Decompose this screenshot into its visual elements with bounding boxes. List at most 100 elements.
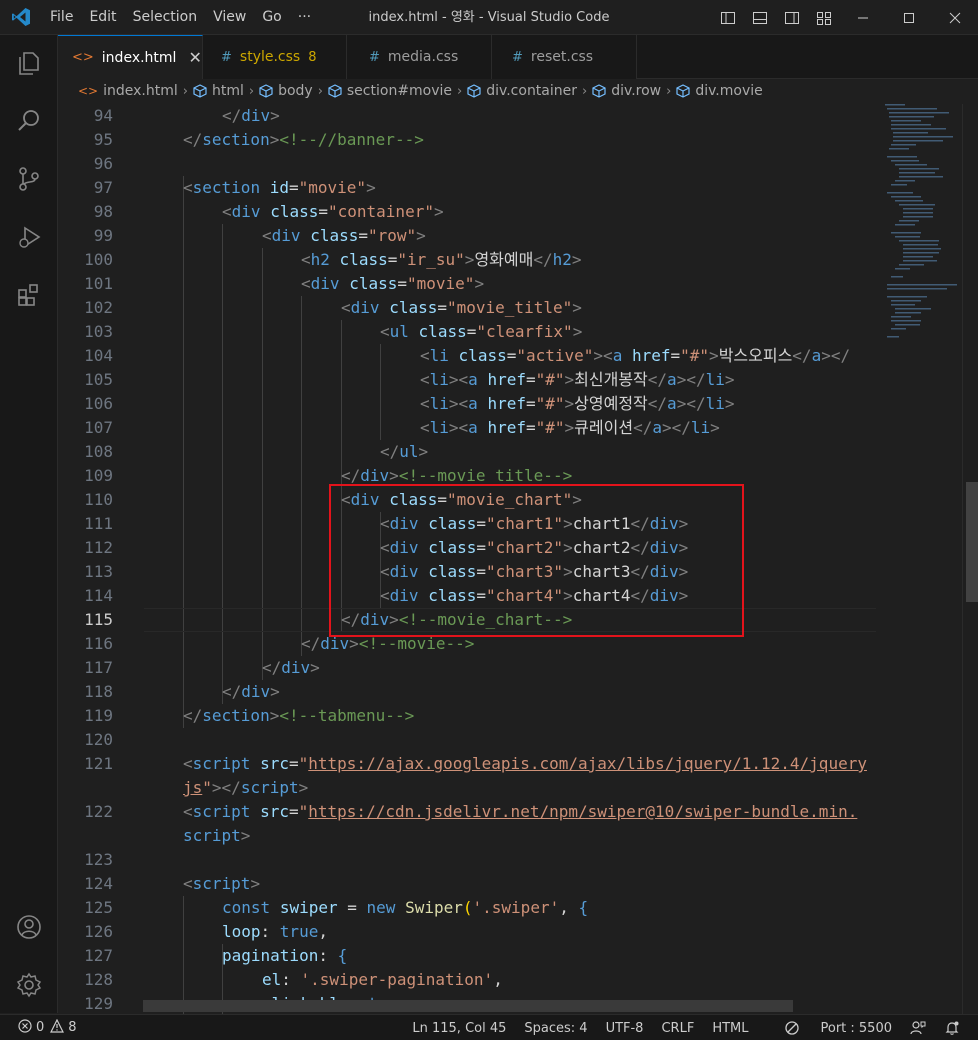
line-number: 107	[84, 418, 113, 437]
minimap[interactable]	[877, 104, 969, 1014]
line-number: 114	[84, 586, 113, 605]
code-line: <li><a href="#">상영예정작</a></li>	[420, 394, 735, 413]
code-line: </div>	[222, 106, 280, 125]
line-number: 100	[84, 250, 113, 269]
error-icon	[18, 1018, 32, 1037]
line-number: 122	[84, 802, 113, 821]
code-line: </section><!--tabmenu-->	[183, 706, 415, 725]
css-file-icon: #	[512, 49, 523, 65]
chevron-right-icon: ›	[457, 83, 463, 99]
accounts-icon[interactable]	[0, 903, 58, 951]
close-tab-icon[interactable]: ✕	[188, 48, 201, 67]
search-icon[interactable]	[0, 97, 58, 145]
code-line: <script src="https://ajax.googleapis.com…	[183, 754, 867, 773]
feedback-icon[interactable]	[910, 1020, 926, 1036]
breadcrumb-item[interactable]: body	[259, 83, 313, 99]
activity-bar	[0, 35, 58, 1013]
menu-file[interactable]: File	[42, 0, 81, 35]
run-debug-icon[interactable]	[0, 213, 58, 261]
menu-go[interactable]: Go	[254, 0, 289, 35]
code-line: <ul class="clearfix">	[380, 322, 583, 341]
breadcrumb-item[interactable]: div.movie	[676, 83, 763, 99]
line-number: 110	[84, 490, 113, 509]
code-line: <li class="active"><a href="#">박스오피스</a>…	[420, 346, 851, 365]
line-number: 94	[93, 106, 113, 125]
chevron-right-icon: ›	[248, 83, 255, 99]
tab-style-css[interactable]: # style.css 8	[203, 35, 347, 79]
breadcrumb: <> index.html › html › body › section#mov…	[58, 79, 978, 103]
cursor-position[interactable]: Ln 115, Col 45	[412, 1021, 506, 1036]
tab-index-html[interactable]: <> index.html ✕	[58, 35, 203, 79]
minimize-icon[interactable]	[840, 0, 886, 35]
explorer-icon[interactable]	[0, 39, 58, 87]
cube-icon	[676, 84, 690, 98]
toggle-panel-icon[interactable]	[744, 0, 776, 35]
toggle-primary-sidebar-icon[interactable]	[712, 0, 744, 35]
code-line: <div class="container">	[222, 202, 444, 221]
line-number: 120	[84, 730, 113, 749]
live-server-port[interactable]: Port : 5500	[767, 1021, 892, 1036]
source-control-icon[interactable]	[0, 155, 58, 203]
code-line: script>	[183, 826, 251, 845]
cube-icon	[328, 84, 342, 98]
code-line: pagination: {	[222, 946, 348, 965]
line-number: 106	[84, 394, 113, 413]
cube-icon	[193, 84, 207, 98]
line-number: 129	[84, 994, 113, 1013]
css-file-icon: #	[369, 49, 380, 65]
menu-more[interactable]: ···	[290, 0, 319, 35]
toggle-secondary-sidebar-icon[interactable]	[776, 0, 808, 35]
line-number: 119	[84, 706, 113, 725]
line-number: 95	[93, 130, 113, 149]
tab-reset-css[interactable]: # reset.css	[492, 35, 637, 79]
line-number: 97	[93, 178, 113, 197]
menu-view[interactable]: View	[205, 0, 254, 35]
encoding[interactable]: UTF-8	[606, 1021, 644, 1036]
end-of-line[interactable]: CRLF	[661, 1021, 694, 1036]
line-number: 127	[84, 946, 113, 965]
menu-bar: File Edit Selection View Go ···	[42, 0, 319, 35]
line-number: 103	[84, 322, 113, 341]
breadcrumb-item[interactable]: html	[193, 83, 244, 99]
customize-layout-icon[interactable]	[808, 0, 840, 35]
menu-selection[interactable]: Selection	[125, 0, 206, 35]
line-number: 105	[84, 370, 113, 389]
code-editor[interactable]: 94 </div> 95 </section><!--//banner--> 9…	[58, 104, 978, 1014]
line-number: 109	[84, 466, 113, 485]
line-number: 99	[93, 226, 113, 245]
settings-gear-icon[interactable]	[0, 961, 58, 1009]
indentation[interactable]: Spaces: 4	[524, 1021, 587, 1036]
tab-media-css[interactable]: # media.css	[347, 35, 492, 79]
chevron-right-icon: ›	[666, 83, 672, 99]
highlight-annotation-box	[329, 484, 744, 637]
line-number: 111	[84, 514, 113, 533]
close-window-icon[interactable]	[932, 0, 978, 35]
line-number: 112	[84, 538, 113, 557]
breadcrumb-item[interactable]: section#movie	[328, 83, 452, 99]
extensions-icon[interactable]	[0, 271, 58, 319]
problems-indicator[interactable]: 0 8	[0, 1018, 77, 1037]
cube-icon	[592, 84, 606, 98]
language-mode[interactable]: HTML	[712, 1021, 748, 1036]
breadcrumb-item[interactable]: <> index.html	[78, 83, 178, 99]
maximize-icon[interactable]	[886, 0, 932, 35]
code-line: </section><!--//banner-->	[183, 130, 424, 149]
notifications-bell-icon[interactable]	[944, 1020, 960, 1036]
code-line: const swiper = new Swiper('.swiper', {	[222, 898, 589, 917]
cube-icon	[467, 84, 481, 98]
horizontal-scrollbar[interactable]	[143, 1000, 793, 1012]
editor-tabs: <> index.html ✕ # style.css 8 # media.cs…	[58, 35, 978, 79]
breadcrumb-item[interactable]: div.row	[592, 83, 661, 99]
code-line: </div>	[222, 682, 280, 701]
breadcrumb-item[interactable]: div.container	[467, 83, 577, 99]
vertical-scrollbar[interactable]	[962, 104, 978, 1014]
code-line: <li><a href="#">큐레이션</a></li>	[420, 418, 720, 437]
status-bar: 0 8 Ln 115, Col 45 Spaces: 4 UTF-8 CRLF …	[0, 1014, 978, 1040]
code-line: <div class="movie">	[301, 274, 485, 293]
scrollbar-thumb[interactable]	[966, 482, 978, 602]
menu-edit[interactable]: Edit	[81, 0, 124, 35]
line-number: 128	[84, 970, 113, 989]
no-entry-icon	[784, 1021, 799, 1035]
error-count: 0	[36, 1020, 45, 1035]
tab-label: style.css	[239, 49, 301, 65]
